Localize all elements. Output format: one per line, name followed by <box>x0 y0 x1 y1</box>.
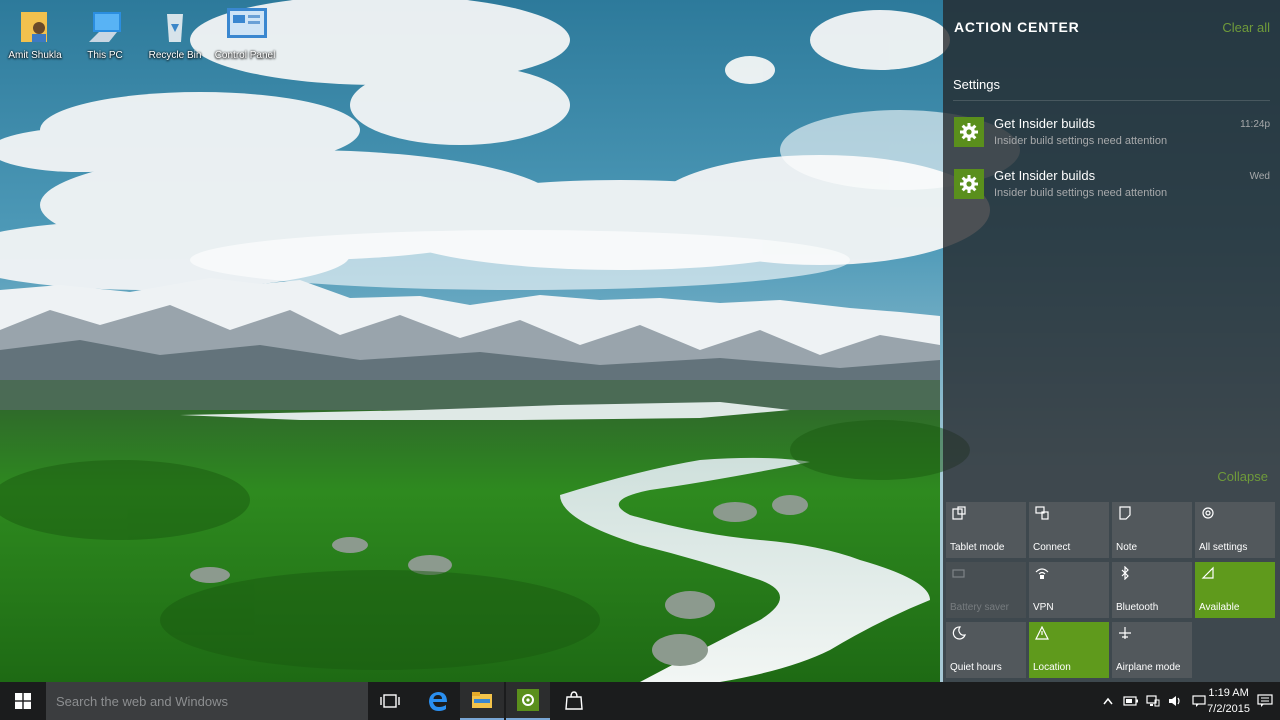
action-center-panel: ACTION CENTER Clear all Settings Get Ins… <box>943 0 1280 682</box>
battery-saver-icon <box>952 569 965 578</box>
quick-action-quiet-hours[interactable]: Quiet hours <box>946 622 1026 678</box>
quick-action-empty-slot <box>1195 622 1275 678</box>
settings-app-button[interactable] <box>506 682 550 720</box>
quick-action-note[interactable]: Note <box>1112 502 1192 558</box>
notification-body: Insider build settings need attention <box>994 135 1168 147</box>
start-button[interactable] <box>0 682 46 720</box>
edge-button[interactable] <box>416 682 460 720</box>
quick-action-label: All settings <box>1199 542 1248 553</box>
wifi-icon <box>1201 566 1214 579</box>
recycle-bin-icon <box>157 8 193 44</box>
vpn-icon <box>1035 568 1049 579</box>
edge-icon <box>429 692 447 711</box>
desktop-icon-recycle-bin[interactable]: Recycle Bin <box>140 8 210 61</box>
quick-action-label: Available <box>1199 602 1240 613</box>
connect-icon <box>1035 506 1049 520</box>
gear-icon <box>954 117 984 147</box>
store-button[interactable] <box>552 682 596 720</box>
notification-item[interactable]: Get Insider builds Insider build setting… <box>953 165 1270 209</box>
desktop-icon-label: This PC <box>87 50 123 61</box>
quick-action-label: Battery saver <box>950 602 1009 613</box>
notification-time: 11:24p <box>1240 119 1270 130</box>
store-icon <box>565 691 583 710</box>
desktop-icon-control-panel[interactable]: Control Panel <box>210 8 280 61</box>
message-icon <box>1192 695 1206 707</box>
task-view-button[interactable] <box>368 682 412 720</box>
note-icon <box>1119 506 1131 520</box>
quick-action-label: Connect <box>1033 542 1071 553</box>
notification-body: Insider build settings need attention <box>994 187 1168 199</box>
file-explorer-icon <box>472 692 492 708</box>
bluetooth-icon <box>1121 566 1129 580</box>
search-placeholder: Search the web and Windows <box>56 694 228 709</box>
user-folder-icon <box>17 8 53 44</box>
divider <box>953 100 1270 101</box>
search-input[interactable]: Search the web and Windows <box>46 682 368 720</box>
desktop-icon-this-pc[interactable]: This PC <box>70 8 140 61</box>
taskbar: Search the web and Windows 1:19 AM 7/2/2… <box>0 682 1280 720</box>
quick-action-label: Tablet mode <box>950 542 1005 553</box>
action-center-button[interactable] <box>1250 682 1280 720</box>
desktop-icon-label: Recycle Bin <box>148 50 202 61</box>
quiet-hours-icon <box>952 626 966 640</box>
location-icon <box>1035 626 1049 640</box>
gear-icon <box>954 169 984 199</box>
desktop-icon-label: Amit Shukla <box>8 50 62 61</box>
network-button[interactable] <box>1142 682 1164 720</box>
chevron-up-icon <box>1103 697 1113 705</box>
quick-action-label: Location <box>1033 662 1071 673</box>
clear-all-link[interactable]: Clear all <box>1222 20 1270 35</box>
action-center-title: ACTION CENTER <box>954 19 1080 35</box>
settings-icon <box>1202 507 1214 519</box>
quick-action-label: VPN <box>1033 602 1054 613</box>
clock-date: 7/2/2015 <box>1207 703 1250 715</box>
quick-action-all-settings[interactable]: All settings <box>1195 502 1275 558</box>
battery-icon <box>1123 696 1138 706</box>
quick-action-vpn[interactable]: VPN <box>1029 562 1109 618</box>
notification-time: Wed <box>1249 171 1270 182</box>
quick-action-bluetooth[interactable]: Bluetooth <box>1112 562 1192 618</box>
show-hidden-icons-button[interactable] <box>1098 682 1118 720</box>
clock-time: 1:19 AM <box>1208 687 1249 699</box>
notification-icon <box>1257 694 1273 707</box>
collapse-link[interactable]: Collapse <box>1217 469 1268 484</box>
airplane-mode-icon <box>1119 627 1131 639</box>
quick-actions-grid: Tablet mode Connect Note All settings Ba… <box>946 502 1278 678</box>
file-explorer-button[interactable] <box>460 682 504 720</box>
notification-item[interactable]: Get Insider builds Insider build setting… <box>953 113 1270 157</box>
computer-icon <box>87 8 123 44</box>
volume-icon <box>1169 696 1180 706</box>
tablet-mode-icon <box>952 506 966 520</box>
quick-action-tablet-mode[interactable]: Tablet mode <box>946 502 1026 558</box>
quick-action-label: Airplane mode <box>1116 662 1181 673</box>
quick-action-label: Note <box>1116 542 1138 553</box>
quick-action-battery-saver[interactable]: Battery saver <box>946 562 1026 618</box>
quick-action-label: Bluetooth <box>1116 602 1159 613</box>
control-panel-icon <box>227 8 267 44</box>
desktop-icon-label: Control Panel <box>214 50 276 61</box>
volume-button[interactable] <box>1164 682 1186 720</box>
task-view-icon <box>380 694 400 708</box>
notification-title: Get Insider builds <box>994 168 1096 183</box>
clock[interactable]: 1:19 AM 7/2/2015 <box>1207 685 1250 717</box>
battery-button[interactable] <box>1120 682 1142 720</box>
quick-action-label: Quiet hours <box>950 662 1002 673</box>
windows-logo-icon <box>15 693 31 709</box>
quick-action-wifi[interactable]: Available <box>1195 562 1275 618</box>
quick-action-location[interactable]: Location <box>1029 622 1109 678</box>
settings-app-icon <box>517 689 539 711</box>
quick-action-airplane-mode[interactable]: Airplane mode <box>1112 622 1192 678</box>
network-icon <box>1146 695 1160 707</box>
desktop-icon-user-folder[interactable]: Amit Shukla <box>0 8 70 61</box>
notification-group-title[interactable]: Settings <box>953 77 1000 92</box>
notification-title: Get Insider builds <box>994 116 1096 131</box>
quick-action-connect[interactable]: Connect <box>1029 502 1109 558</box>
